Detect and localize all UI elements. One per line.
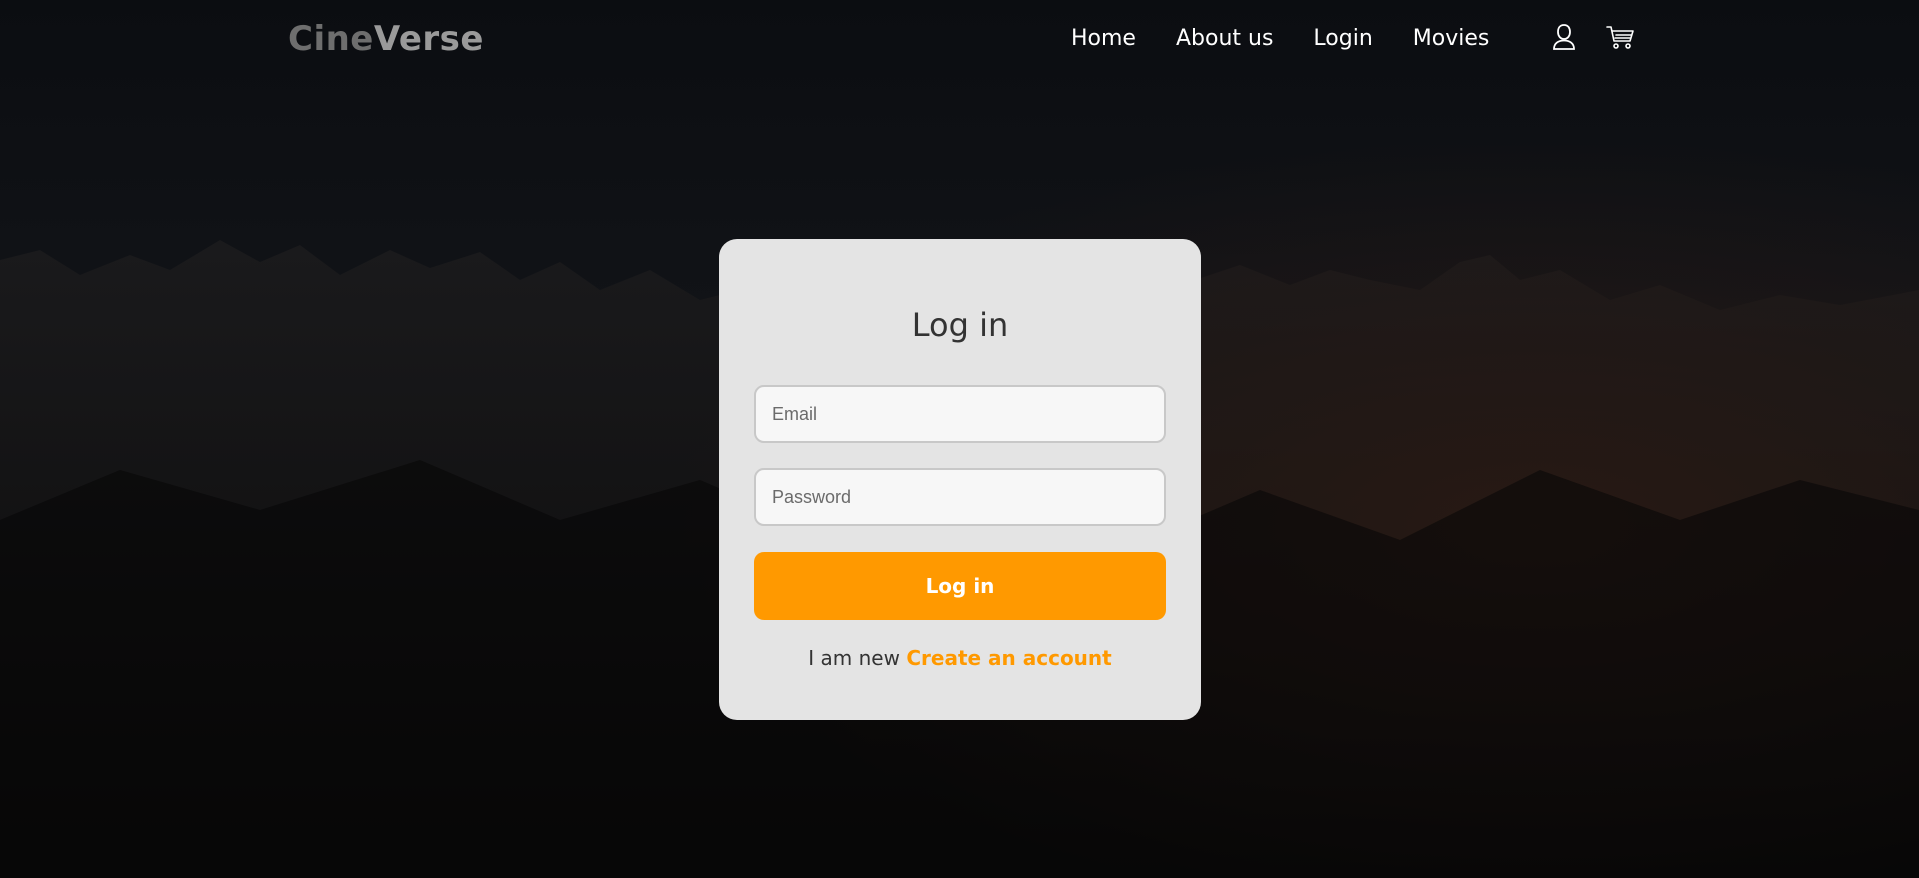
nav-link-home[interactable]: Home (1071, 24, 1136, 54)
password-field[interactable] (754, 468, 1166, 526)
top-navbar: CineVerse Home About us Login Movies (0, 0, 1919, 80)
login-title: Log in (911, 306, 1009, 344)
nav-links: Home About us Login Movies (1071, 24, 1489, 54)
email-field[interactable] (754, 385, 1166, 443)
nav-link-login[interactable]: Login (1313, 24, 1372, 54)
signup-row: I am new Create an account (719, 644, 1201, 672)
cart-icon[interactable] (1605, 22, 1635, 52)
nav-link-about-us[interactable]: About us (1176, 24, 1273, 54)
user-icon[interactable] (1550, 22, 1578, 52)
brand-logo[interactable]: CineVerse (288, 18, 484, 60)
login-button[interactable]: Log in (754, 552, 1166, 620)
create-account-link[interactable]: Create an account (906, 646, 1111, 670)
nav-link-movies[interactable]: Movies (1413, 24, 1490, 54)
signup-prefix-text: I am new (808, 646, 900, 670)
login-card: Log in Log in I am new Create an account (719, 239, 1201, 720)
brand-logo-part1: Cine (288, 19, 374, 59)
brand-logo-part2: Verse (373, 19, 484, 59)
